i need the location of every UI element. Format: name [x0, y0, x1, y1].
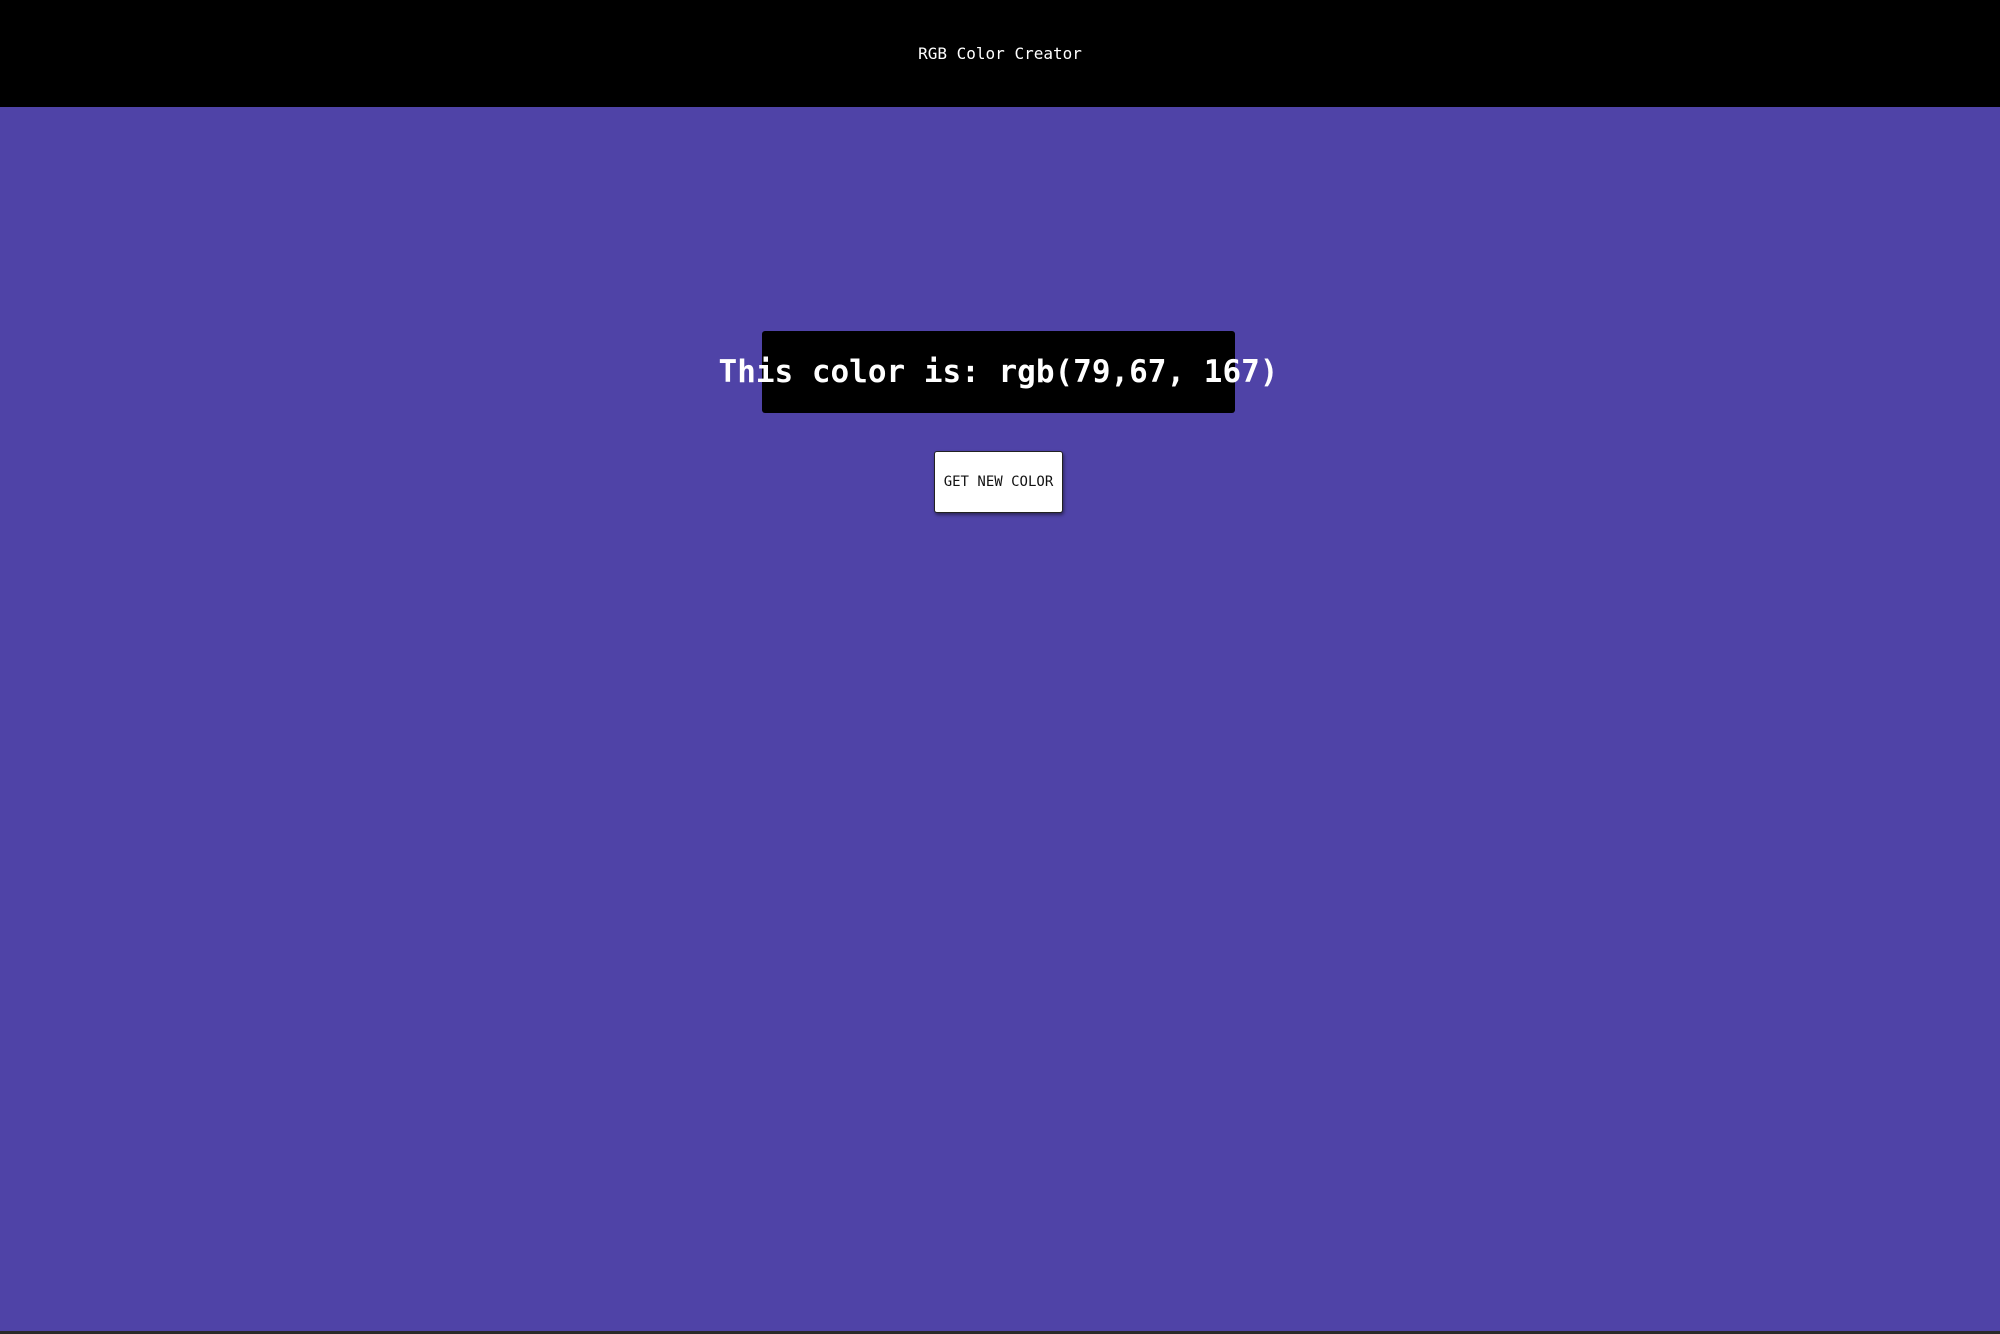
top-bar: RGB Color Creator [0, 0, 2000, 107]
color-value-label: This color is: rgb(79,67, 167) [719, 331, 1278, 413]
app-title: RGB Color Creator [918, 44, 1082, 63]
color-display-area: This color is: rgb(79,67, 167) GET NEW C… [0, 107, 2000, 1329]
color-value-text: rgb(79,67, 167) [998, 354, 1279, 390]
color-label-prefix: This color is: [718, 354, 999, 390]
get-new-color-button[interactable]: GET NEW COLOR [934, 451, 1063, 513]
